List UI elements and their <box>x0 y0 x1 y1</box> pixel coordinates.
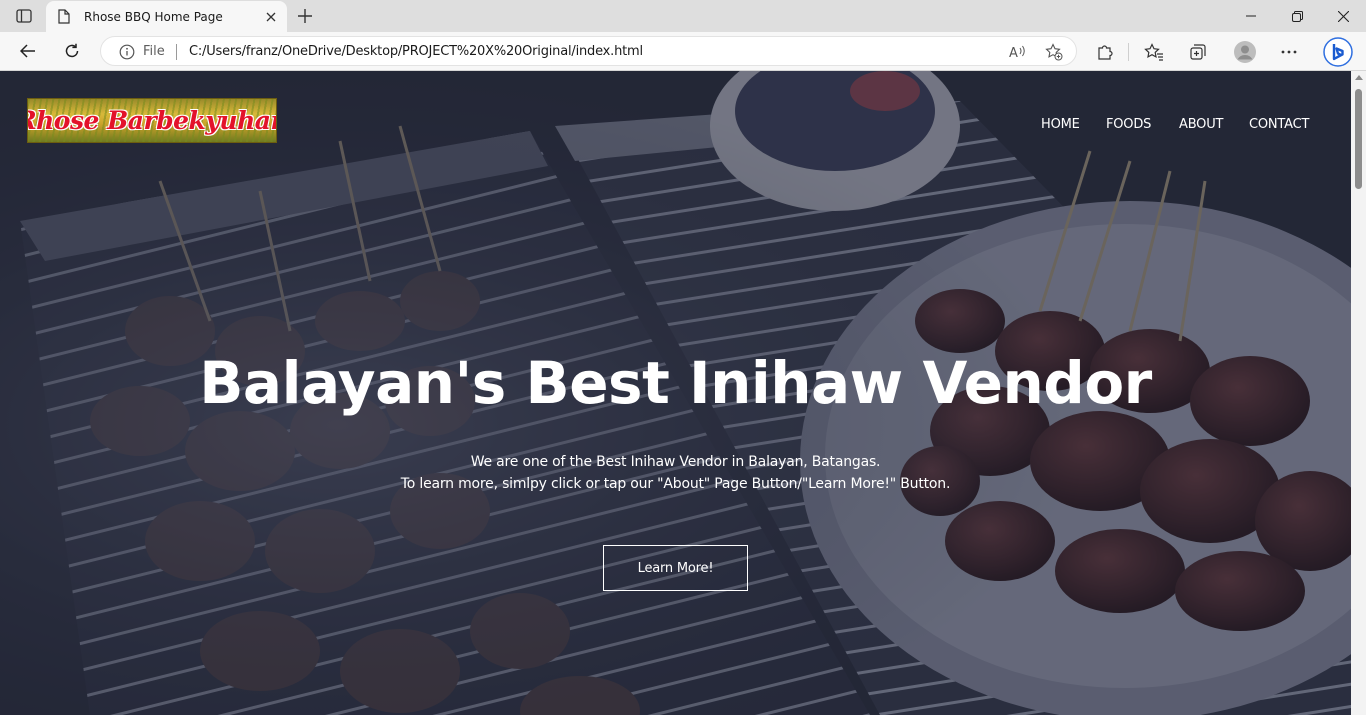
tab-title: Rhose BBQ Home Page <box>84 9 223 24</box>
address-bar[interactable]: File C:/Users/franz/OneDrive/Desktop/PRO… <box>100 36 1077 66</box>
svg-text:A: A <box>1009 46 1018 60</box>
close-icon[interactable] <box>263 9 279 25</box>
close-window-icon <box>1337 10 1349 22</box>
minimize-icon <box>1246 15 1256 17</box>
sidebar-toggle-button[interactable] <box>10 6 38 26</box>
collections-icon <box>1190 44 1206 60</box>
sidebar-icon <box>16 9 32 23</box>
hero-title: Balayan's Best Inihaw Vendor <box>199 349 1152 417</box>
learn-more-button[interactable]: Learn More! <box>603 545 748 591</box>
favorites-button[interactable] <box>1143 41 1165 63</box>
collections-button[interactable] <box>1187 41 1209 63</box>
nav-about-link[interactable]: ABOUT <box>1179 117 1223 132</box>
page-scrollbar[interactable] <box>1351 71 1366 715</box>
back-button[interactable] <box>13 37 43 65</box>
restore-button[interactable] <box>1274 0 1320 32</box>
omnibox-divider <box>176 44 177 60</box>
profile-button[interactable] <box>1232 39 1258 65</box>
scrollbar-thumb[interactable] <box>1355 89 1362 189</box>
restore-icon <box>1291 10 1303 22</box>
extensions-button[interactable] <box>1094 41 1116 63</box>
url-text[interactable]: C:/Users/franz/OneDrive/Desktop/PROJECT%… <box>189 44 643 59</box>
star-add-icon[interactable] <box>1045 43 1063 61</box>
title-bar: Rhose BBQ Home Page <box>0 0 1366 32</box>
close-window-button[interactable] <box>1320 0 1366 32</box>
more-icon <box>1281 50 1297 54</box>
bing-icon <box>1323 37 1353 67</box>
new-tab-button[interactable] <box>293 5 317 27</box>
hero-description-line-1: We are one of the Best Inihaw Vendor in … <box>470 454 881 470</box>
nav-contact-link[interactable]: CONTACT <box>1249 117 1309 132</box>
settings-menu-button[interactable] <box>1278 41 1300 63</box>
reload-icon <box>65 43 79 58</box>
site-navigation: HOME FOODS ABOUT CONTACT <box>0 117 1351 137</box>
minimize-button[interactable] <box>1228 0 1274 32</box>
file-label: File <box>143 44 165 59</box>
page-viewport: Rhose Barbekyuhan HOME FOODS ABOUT CONTA… <box>0 71 1351 715</box>
info-icon[interactable] <box>119 44 135 60</box>
back-arrow-icon <box>20 44 35 58</box>
tab-active[interactable]: Rhose BBQ Home Page <box>46 1 287 32</box>
read-aloud-icon[interactable]: A <box>1009 43 1027 61</box>
hero-description-line-2: To learn more, simlpy click or tap our "… <box>400 476 951 492</box>
reload-button[interactable] <box>57 37 87 65</box>
scroll-up-arrow-icon[interactable] <box>1355 75 1363 80</box>
plus-icon <box>298 9 312 23</box>
nav-home-link[interactable]: HOME <box>1041 117 1080 132</box>
toolbar-divider <box>1128 43 1129 61</box>
nav-foods-link[interactable]: FOODS <box>1106 117 1151 132</box>
page-icon <box>58 9 72 25</box>
puzzle-icon <box>1098 45 1113 60</box>
profile-icon <box>1234 41 1256 63</box>
favorites-icon <box>1144 43 1163 61</box>
address-toolbar: File C:/Users/franz/OneDrive/Desktop/PRO… <box>0 32 1366 71</box>
bing-copilot-button[interactable] <box>1322 36 1354 68</box>
